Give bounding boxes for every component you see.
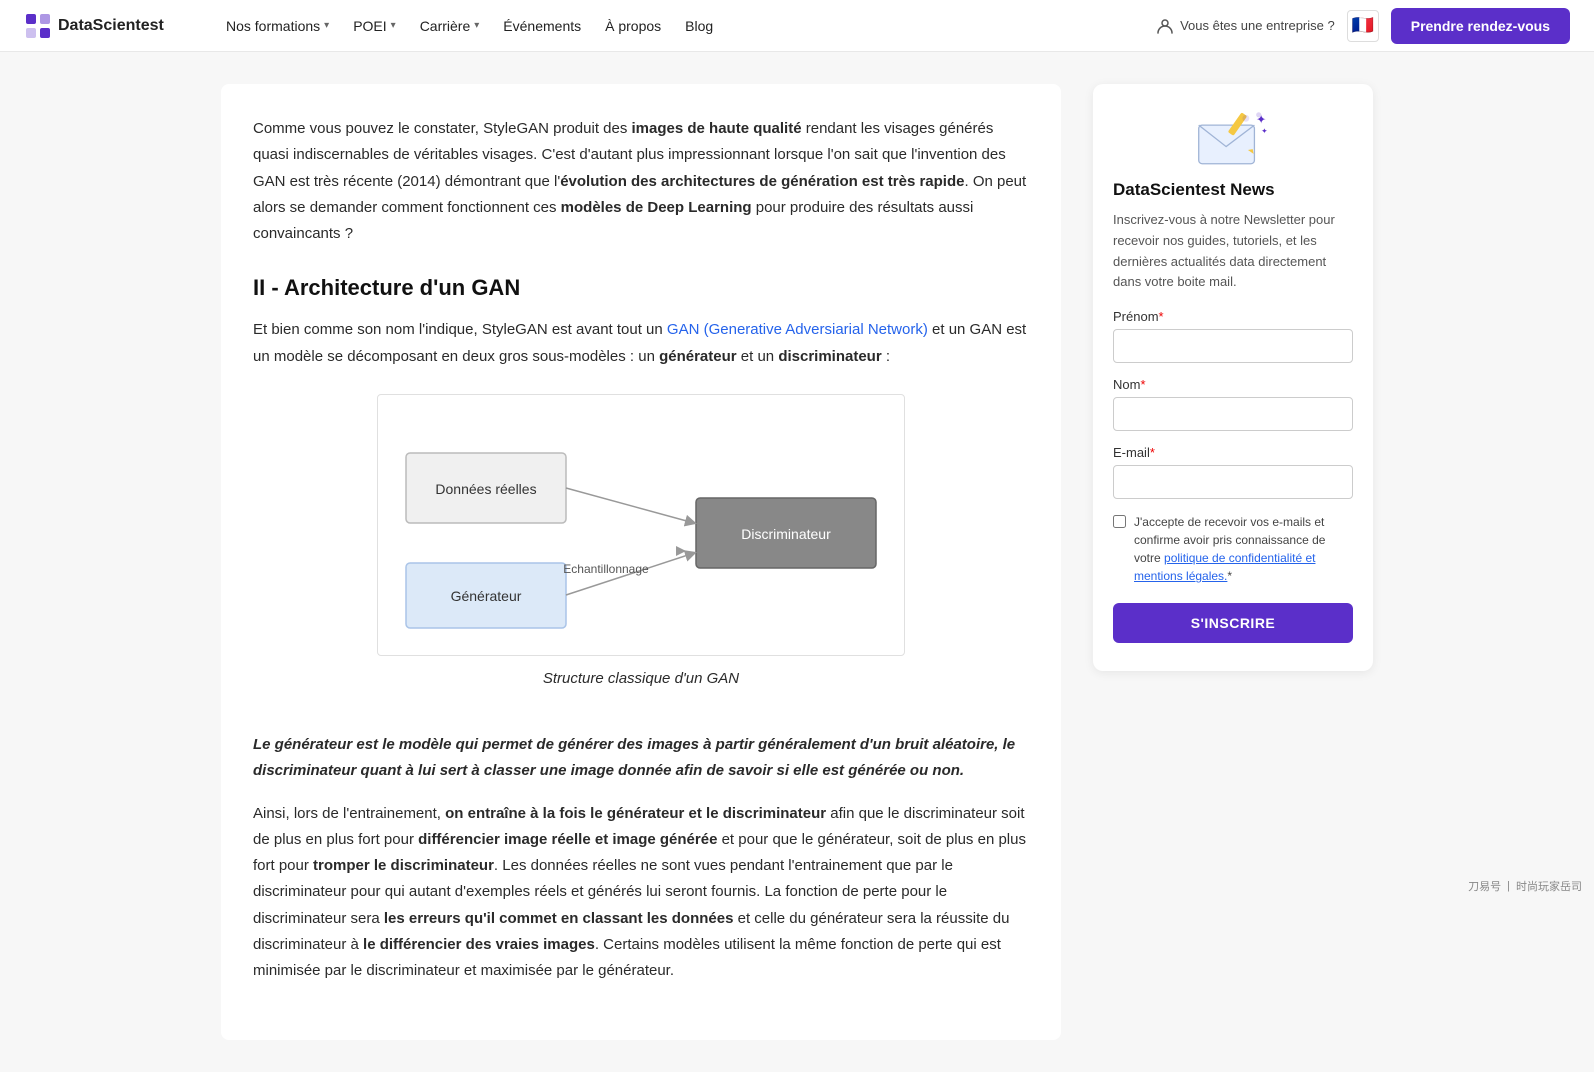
logo-icon [24,12,52,40]
diagram-label-sampling: Echantillonnage [563,562,649,576]
enterprise-icon [1156,17,1174,35]
diagram-svg-container: Données réelles Générateur Discriminateu… [377,394,905,656]
diagram-label-generator: Générateur [451,588,522,604]
paragraph-1: Comme vous pouvez le constater, StyleGAN… [253,116,1029,247]
nav-evenements-label: Événements [503,18,581,34]
diagram-section: Données réelles Générateur Discriminateu… [253,394,1029,708]
article-main: Comme vous pouvez le constater, StyleGAN… [221,84,1061,1040]
newsletter-card: ✦ ✦ DataScientest News Inscrivez-vous à … [1093,84,1373,671]
nav-formations-label: Nos formations [226,18,320,34]
bold-evolution: évolution des architectures de génératio… [560,173,964,190]
page-body: Comme vous pouvez le constater, StyleGAN… [197,52,1397,1072]
email-group: E-mail* [1113,445,1353,499]
chevron-down-icon: ▾ [474,20,479,31]
nav-apropos-label: À propos [605,18,661,34]
diagram-caption: Structure classique d'un GAN [543,666,739,692]
navbar: DataScientest Nos formations ▾ POEI ▾ Ca… [0,0,1594,52]
nav-blog-label: Blog [685,18,713,34]
nav-right: Vous êtes une entreprise ? 🇫🇷 Prendre re… [1156,8,1570,44]
privacy-link[interactable]: politique de confidentialité et mentions… [1134,551,1315,583]
nom-label: Nom* [1113,377,1353,392]
email-label: E-mail* [1113,445,1353,460]
logo[interactable]: DataScientest [24,12,184,40]
enterprise-link[interactable]: Vous êtes une entreprise ? [1156,17,1335,35]
consent-checkbox[interactable] [1113,515,1126,528]
nav-links: Nos formations ▾ POEI ▾ Carrière ▾ Événe… [216,12,1156,40]
prenom-label: Prénom* [1113,309,1353,324]
sidebar: ✦ ✦ DataScientest News Inscrivez-vous à … [1093,84,1373,671]
watermark-text1: 刀易号 [1468,878,1501,894]
bold-deep-learning: modèles de Deep Learning [561,199,752,216]
nav-item-blog[interactable]: Blog [675,12,723,40]
diagram-label-discriminator: Discriminateur [741,526,831,542]
diagram-label-real: Données réelles [435,481,536,497]
prenom-group: Prénom* [1113,309,1353,363]
gan-link[interactable]: GAN (Generative Adversiarial Network) [667,321,928,338]
nav-item-apropos[interactable]: À propos [595,12,671,40]
chevron-down-icon: ▾ [324,20,329,31]
submit-button[interactable]: S'INSCRIRE [1113,603,1353,643]
consent-group: J'accepte de recevoir vos e-mails et con… [1113,513,1353,585]
newsletter-icon-wrap: ✦ ✦ [1113,108,1353,168]
bold-differentiate: différencier image réelle et image génér… [418,831,717,848]
bold-generateur: générateur [659,348,737,365]
nav-poei-label: POEI [353,18,386,34]
prenom-input[interactable] [1113,329,1353,363]
email-input[interactable] [1113,465,1353,499]
nom-group: Nom* [1113,377,1353,431]
nav-item-evenements[interactable]: Événements [493,12,591,40]
bold-errors: les erreurs qu'il commet en classant les… [384,910,734,927]
nav-item-formations[interactable]: Nos formations ▾ [216,12,339,40]
bold-high-quality: images de haute qualité [632,120,802,137]
svg-text:✦: ✦ [1261,127,1268,136]
nav-item-poei[interactable]: POEI ▾ [343,12,406,40]
nom-input[interactable] [1113,397,1353,431]
enterprise-label: Vous êtes une entreprise ? [1180,18,1335,33]
paragraph-2: Et bien comme son nom l'indique, StyleGA… [253,317,1029,370]
gan-diagram: Données réelles Générateur Discriminateu… [386,403,896,643]
section-title: II - Architecture d'un GAN [253,275,1029,301]
consent-label: J'accepte de recevoir vos e-mails et con… [1134,513,1353,585]
bold-differentiate-real: le différencier des vraies images [363,936,595,953]
bold-trick: tromper le discriminateur [313,857,494,874]
logo-text: DataScientest [58,17,164,35]
watermark-text2: 时尚玩家岳司 [1516,878,1582,894]
newsletter-desc: Inscrivez-vous à notre Newsletter pour r… [1113,210,1353,293]
language-flag[interactable]: 🇫🇷 [1347,10,1379,42]
bold-training: on entraîne à la fois le générateur et l… [445,805,826,822]
paragraph-3: Ainsi, lors de l'entrainement, on entraî… [253,801,1029,985]
bold-discriminateur: discriminateur [778,348,881,365]
chevron-down-icon: ▾ [391,20,396,31]
italic-paragraph: Le générateur est le modèle qui permet d… [253,732,1029,785]
cta-button[interactable]: Prendre rendez-vous [1391,8,1570,44]
watermark-separator: | [1507,880,1510,892]
nav-item-carriere[interactable]: Carrière ▾ [410,12,490,40]
nav-carriere-label: Carrière [420,18,471,34]
watermark: 刀易号 | 时尚玩家岳司 [1468,878,1582,894]
newsletter-icon: ✦ ✦ [1193,108,1273,168]
newsletter-title: DataScientest News [1113,180,1353,200]
